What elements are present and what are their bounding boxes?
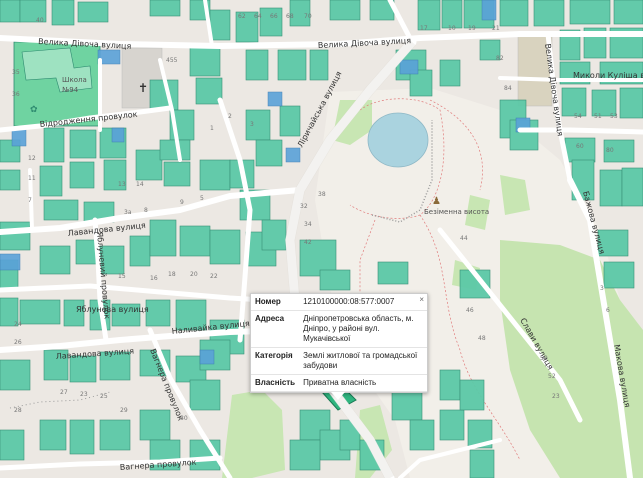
svg-text:28: 28 [14, 407, 22, 414]
svg-text:52: 52 [548, 373, 556, 380]
svg-text:66: 66 [270, 13, 278, 20]
height-label: Безіменна висота [424, 208, 489, 216]
svg-text:34: 34 [304, 221, 312, 228]
svg-text:38: 38 [318, 191, 326, 198]
table-row: Адреса Дніпропетровська область, м. Дніп… [251, 310, 427, 348]
table-row: Категорія Землі житлової та громадської … [251, 347, 427, 375]
svg-text:32: 32 [300, 203, 308, 210]
svg-text:68: 68 [286, 13, 294, 20]
svg-text:10: 10 [448, 25, 456, 32]
svg-text:64: 64 [254, 13, 262, 20]
svg-text:21: 21 [492, 25, 500, 32]
svg-text:50: 50 [540, 355, 548, 362]
svg-text:23: 23 [552, 393, 560, 400]
svg-text:27: 27 [60, 389, 68, 396]
row-key: Категорія [251, 347, 300, 375]
svg-text:35: 35 [12, 69, 20, 76]
svg-text:62: 62 [238, 13, 246, 20]
svg-text:6: 6 [606, 307, 610, 314]
svg-text:9: 9 [180, 199, 184, 206]
row-key: Власність [251, 374, 300, 392]
school-label: Школа [62, 76, 87, 84]
svg-text:16: 16 [150, 275, 158, 282]
svg-text:54: 54 [574, 113, 582, 120]
svg-text:70: 70 [304, 13, 312, 20]
svg-text:44: 44 [460, 235, 468, 242]
svg-text:11: 11 [28, 175, 36, 182]
svg-text:455: 455 [166, 57, 178, 64]
svg-text:15: 15 [118, 273, 126, 280]
svg-text:46: 46 [466, 307, 474, 314]
svg-text:82: 82 [496, 55, 504, 62]
svg-text:19: 19 [468, 25, 476, 32]
school-number: №94 [62, 86, 79, 94]
svg-text:53: 53 [610, 113, 618, 120]
pond [367, 112, 429, 168]
svg-text:26: 26 [14, 339, 22, 346]
svg-text:17: 17 [420, 25, 428, 32]
row-key: Адреса [251, 310, 300, 348]
svg-text:2: 2 [228, 113, 232, 120]
street-label: Миколи Куліша вулиця [573, 71, 643, 80]
svg-text:14: 14 [136, 181, 144, 188]
svg-text:30: 30 [180, 415, 188, 422]
svg-text:29: 29 [120, 407, 128, 414]
svg-text:13: 13 [118, 181, 126, 188]
svg-text:84: 84 [504, 85, 512, 92]
svg-text:3: 3 [600, 285, 604, 292]
svg-text:5: 5 [200, 195, 204, 202]
row-value: 1210100000:08:577:0007 [299, 294, 427, 311]
svg-text:8: 8 [144, 207, 148, 214]
table-row: Номер 1210100000:08:577:0007 [251, 294, 427, 311]
cadastral-map[interactable]: Велика Дівоча вулиця Велика Дівоча вулиц… [0, 0, 643, 478]
svg-text:40: 40 [36, 17, 44, 24]
svg-text:60: 60 [576, 143, 584, 150]
svg-text:48: 48 [478, 335, 486, 342]
row-value: Дніпропетровська область, м. Дніпро, у р… [299, 310, 427, 348]
row-value: Приватна власність [299, 374, 427, 392]
garden-icon: ✿ [30, 105, 38, 115]
church-icon: ✝ [138, 81, 148, 95]
svg-text:36: 36 [12, 91, 20, 98]
close-icon[interactable]: × [419, 295, 424, 304]
svg-text:3: 3 [250, 121, 254, 128]
street-label: Яблунева вулиця [76, 305, 149, 314]
parcel-info-popup: × Номер 1210100000:08:577:0007 Адреса Дн… [250, 293, 428, 400]
svg-text:18: 18 [168, 271, 176, 278]
svg-text:22: 22 [210, 273, 218, 280]
row-value: Землі житлової та громадської забудови [299, 347, 427, 375]
svg-text:1: 1 [210, 125, 214, 132]
svg-text:23: 23 [80, 391, 88, 398]
svg-text:3а: 3а [124, 209, 132, 216]
table-row: Власність Приватна власність [251, 374, 427, 392]
svg-text:51: 51 [594, 113, 602, 120]
row-key: Номер [251, 294, 300, 311]
monument-icon: ♟ [432, 196, 441, 207]
svg-text:24: 24 [14, 321, 22, 328]
svg-text:80: 80 [606, 147, 614, 154]
parcel-info-table: Номер 1210100000:08:577:0007 Адреса Дніп… [251, 294, 427, 392]
svg-text:20: 20 [190, 271, 198, 278]
svg-text:7: 7 [28, 197, 32, 204]
popup-pointer [331, 392, 345, 400]
svg-text:42: 42 [304, 239, 312, 246]
svg-text:12: 12 [28, 155, 36, 162]
